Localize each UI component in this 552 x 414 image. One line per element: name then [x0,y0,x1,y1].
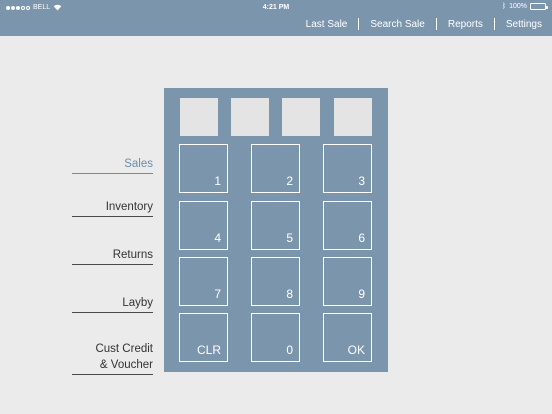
key-label: 3 [358,174,365,188]
key-clear[interactable]: CLR [179,313,228,362]
menu-label: Returns [112,249,153,261]
pin-digit-4 [334,98,372,136]
key-label: 0 [286,343,293,357]
key-1[interactable]: 1 [179,144,228,193]
key-label: 4 [214,231,221,245]
nav-search-sale[interactable]: Search Sale [359,19,435,30]
key-6[interactable]: 6 [323,201,372,250]
menu-label-line2: & Voucher [99,359,153,371]
key-5[interactable]: 5 [251,201,300,250]
menu-label-line1: Cust Credit [95,343,153,355]
menu-item-cust-credit-voucher[interactable]: Cust Credit & Voucher [72,341,153,375]
pin-digit-3 [282,98,320,136]
key-label: CLR [196,343,221,357]
battery-percent: 100% [509,3,527,10]
key-label: 5 [286,231,293,245]
key-8[interactable]: 8 [251,257,300,306]
key-9[interactable]: 9 [323,257,372,306]
key-label: 7 [214,287,221,301]
menu-item-returns[interactable]: Returns [72,247,153,265]
key-ok[interactable]: OK [323,313,372,362]
key-3[interactable]: 3 [323,144,372,193]
menu-item-sales[interactable]: Sales [72,156,153,174]
key-7[interactable]: 7 [179,257,228,306]
menu-label: Inventory [105,201,153,213]
key-label: 9 [358,287,365,301]
key-0[interactable]: 0 [251,313,300,362]
menu-label: Sales [124,158,153,170]
battery-icon [530,3,548,10]
menu-item-inventory[interactable]: Inventory [72,199,153,217]
pin-digit-2 [231,98,269,136]
status-right: ᛒ 100% [501,3,548,10]
nav-reports[interactable]: Reports [437,19,494,30]
key-label: OK [347,343,365,357]
key-label: 6 [358,231,365,245]
pin-digit-1 [180,98,218,136]
keypad-panel: 1 2 3 4 5 6 7 8 9 CLR 0 OK [164,88,388,372]
key-label: 1 [214,174,221,188]
key-label: 8 [286,287,293,301]
nav-last-sale[interactable]: Last Sale [295,19,359,30]
key-label: 2 [286,174,293,188]
top-nav: Last Sale Search Sale Reports Settings [295,16,542,32]
bluetooth-icon: ᛒ [501,3,507,10]
key-4[interactable]: 4 [179,201,228,250]
nav-settings[interactable]: Settings [495,19,542,30]
key-2[interactable]: 2 [251,144,300,193]
menu-item-layby[interactable]: Layby [72,295,153,313]
status-time: 4:21 PM [262,4,290,11]
status-bar: BELL 4:21 PM ᛒ 100% [0,0,552,16]
menu-label: Layby [122,297,153,309]
header-bar: BELL 4:21 PM ᛒ 100% Last Sale Search Sal… [0,0,552,36]
